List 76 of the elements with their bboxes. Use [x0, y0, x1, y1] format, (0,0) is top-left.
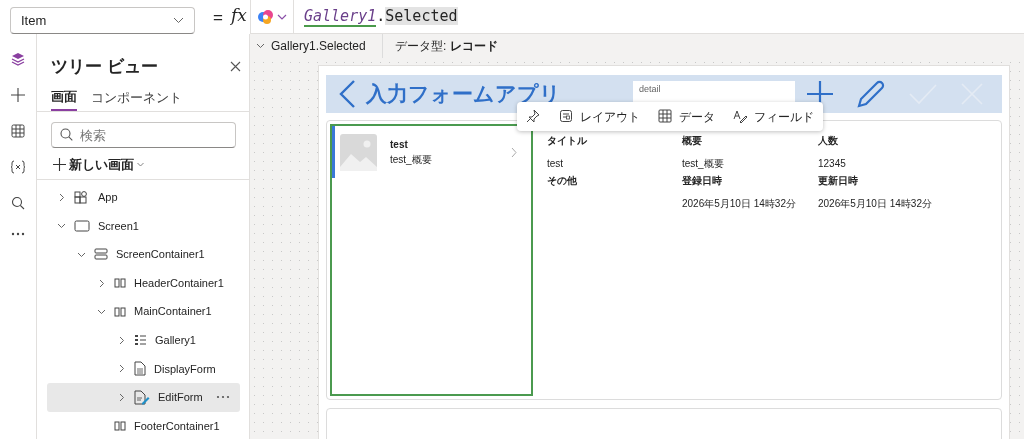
- tab[interactable]: コンポーネント: [91, 86, 182, 111]
- toolbar-button[interactable]: フィールド: [724, 107, 823, 126]
- field-value: 2026年5月10日 14時32分: [682, 198, 796, 209]
- close-icon[interactable]: [230, 61, 241, 73]
- equals-sign: =: [213, 7, 223, 29]
- chevron-down-icon: [277, 13, 287, 20]
- property-dropdown[interactable]: Item: [10, 7, 195, 34]
- edit-document-icon: [134, 389, 150, 405]
- table-icon: [658, 109, 673, 124]
- gallery[interactable]: test test_概要: [330, 124, 533, 396]
- function-label: fx: [230, 4, 247, 27]
- field-label: 人数: [818, 134, 839, 148]
- text-edit-icon: [733, 109, 748, 124]
- chevron-down-icon: [137, 162, 144, 167]
- container-icon: [94, 248, 108, 261]
- field-value: 12345: [818, 158, 846, 169]
- field-label: 更新日時: [818, 174, 859, 188]
- toolbar-button[interactable]: レイアウト: [550, 107, 649, 126]
- chevron-down-icon: [256, 43, 265, 49]
- chevron-down-icon[interactable]: [97, 307, 106, 317]
- field-label: その他: [547, 174, 578, 188]
- search-icon: [60, 128, 73, 141]
- tree-item[interactable]: EditForm: [47, 383, 240, 412]
- panel-title: ツリー ビュー: [51, 56, 158, 78]
- tree-item[interactable]: FooterContainer1: [47, 411, 240, 439]
- chevron-right-icon[interactable]: [57, 192, 66, 202]
- field-label: 概要: [682, 134, 703, 148]
- new-screen-button[interactable]: 新しい画面: [53, 156, 235, 173]
- tree-item[interactable]: DisplayForm: [47, 354, 240, 384]
- table-icon[interactable]: [11, 124, 25, 138]
- copilot-icon: [257, 8, 274, 25]
- item-subtitle: test_概要: [390, 153, 433, 167]
- list-icon: [134, 334, 147, 347]
- tree-item[interactable]: App: [47, 183, 240, 212]
- layout-icon: [559, 109, 574, 124]
- gallery-item[interactable]: test test_概要: [332, 126, 531, 178]
- chevron-right-icon[interactable]: [97, 278, 106, 288]
- pin-icon: [526, 109, 541, 124]
- tree-item[interactable]: HeaderContainer1: [47, 268, 240, 298]
- field-value: 2026年5月10日 14時32分: [818, 198, 932, 209]
- chevron-right-icon[interactable]: [117, 364, 126, 374]
- screen-icon: [74, 218, 90, 233]
- tree-item[interactable]: Gallery1: [47, 325, 240, 355]
- chevron-right-icon[interactable]: [117, 335, 126, 345]
- tree-item[interactable]: Screen1: [47, 211, 240, 241]
- field-label: タイトル: [547, 134, 588, 148]
- tree-item[interactable]: ScreenContainer1: [47, 240, 240, 269]
- search-field[interactable]: 検索: [51, 122, 236, 148]
- chevron-right-icon[interactable]: [117, 392, 126, 402]
- plus-icon[interactable]: [11, 88, 25, 102]
- layers-icon[interactable]: [11, 52, 25, 66]
- formula-input[interactable]: Gallery1.Selected: [294, 5, 458, 28]
- container-icon: [114, 306, 126, 317]
- tree-item[interactable]: MainContainer1: [47, 297, 240, 326]
- more-icon[interactable]: [11, 232, 25, 236]
- field-label: 登録日時: [682, 174, 723, 188]
- variables-icon[interactable]: [10, 160, 26, 174]
- tab[interactable]: 画面: [51, 86, 77, 111]
- image-placeholder-icon: [340, 133, 377, 171]
- chevron-down-icon[interactable]: [77, 250, 86, 259]
- data-type-label: データ型: レコード: [395, 38, 498, 55]
- document-icon: [134, 361, 146, 377]
- field-value: test: [547, 158, 564, 169]
- field-value: test_概要: [682, 158, 724, 169]
- more-icon[interactable]: [216, 395, 230, 400]
- item-title: test: [390, 138, 409, 152]
- plus-icon: [53, 158, 66, 171]
- container-icon: [114, 421, 126, 432]
- back-icon[interactable]: [338, 79, 356, 109]
- container-icon: [114, 278, 126, 289]
- chevron-down-icon[interactable]: [57, 221, 66, 231]
- toolbar-button[interactable]: データ: [649, 107, 724, 126]
- search-icon[interactable]: [11, 196, 25, 210]
- chevron-down-icon: [173, 17, 184, 24]
- pencil-icon[interactable]: [856, 79, 886, 109]
- app-icon: [74, 190, 90, 205]
